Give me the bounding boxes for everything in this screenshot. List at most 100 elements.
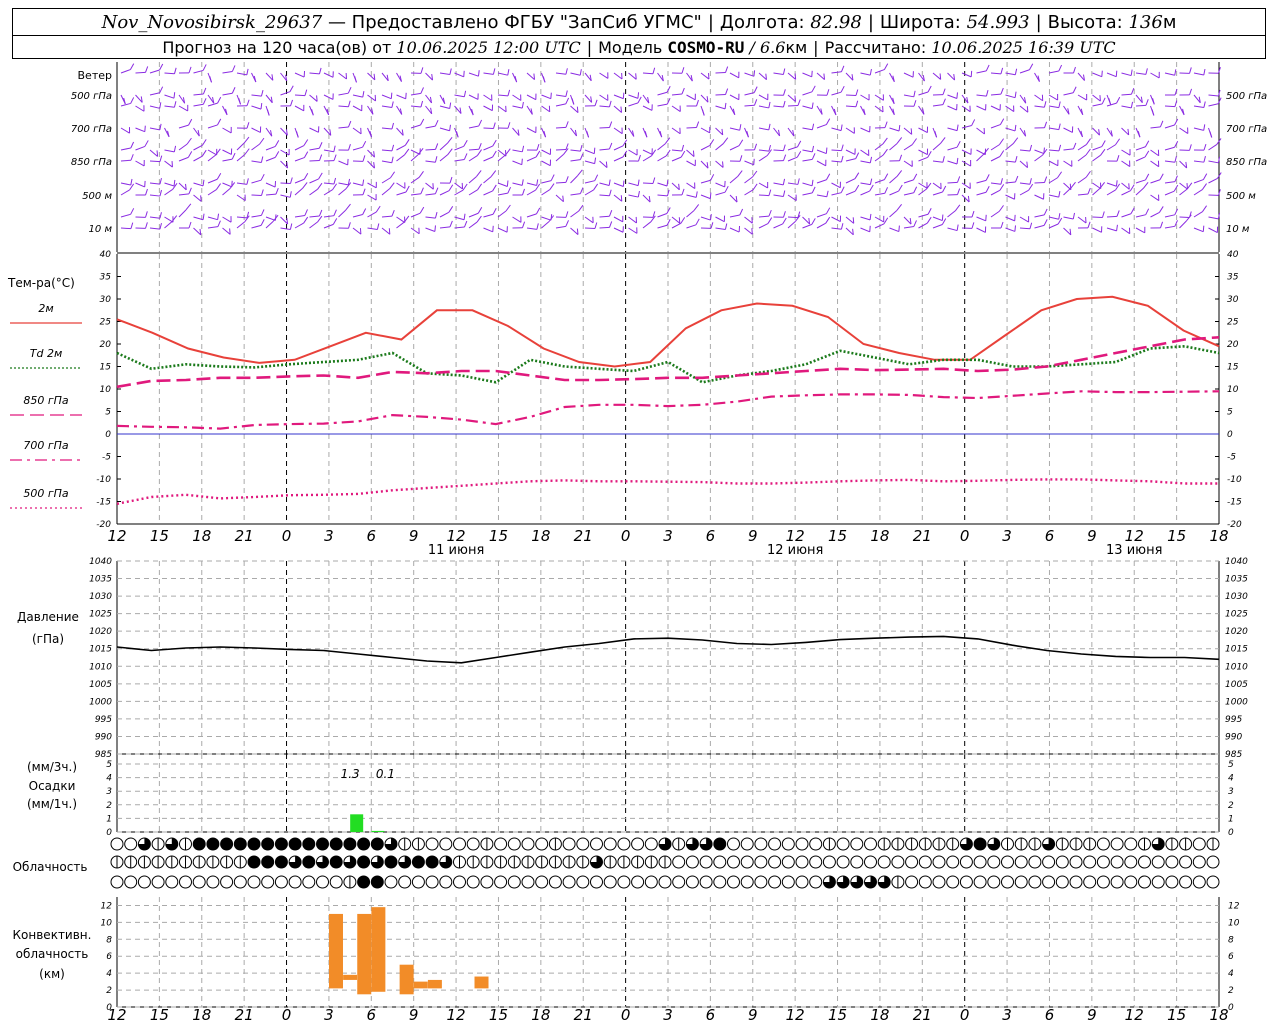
wind-barb-staff — [584, 180, 595, 184]
wind-barb-flag — [956, 157, 959, 165]
wind-barb — [251, 173, 265, 184]
wind-barb-staff — [497, 192, 508, 196]
wind-barb — [1135, 226, 1146, 234]
wind-barb-flag — [941, 214, 944, 221]
wind-barb — [178, 203, 192, 218]
wind-barb-flag — [811, 123, 815, 130]
cloud-symbol — [370, 875, 384, 889]
wind-barb-flag — [231, 65, 236, 72]
wind-barb-flag — [492, 139, 497, 147]
wind-barb-staff — [947, 127, 958, 132]
wind-barb-flag — [130, 154, 134, 161]
wind-barb — [120, 154, 134, 162]
wind-barb-flag — [594, 157, 597, 164]
wind-barb-staff — [1048, 160, 1059, 167]
wind-barb-staff — [773, 105, 784, 108]
wind-barb-flag — [1128, 183, 1130, 190]
wind-barb — [338, 120, 352, 129]
wind-barb-flag — [985, 174, 990, 181]
wind-barb — [1193, 183, 1207, 196]
wind-barb-flag — [693, 204, 700, 211]
time-tick-label-bottom: 3 — [1002, 1006, 1012, 1024]
wind-barb — [193, 87, 207, 96]
wind-barb-flag — [202, 98, 207, 105]
time-tick-label: 3 — [1002, 527, 1012, 545]
wind-barb-staff — [758, 182, 768, 189]
wind-barb — [729, 225, 741, 233]
wind-barb-flag — [347, 100, 351, 107]
wind-barb-flag — [159, 189, 163, 197]
wind-barb — [860, 156, 873, 164]
wind-barb-staff — [410, 193, 421, 196]
wind-barb-flag — [594, 99, 598, 106]
wind-barb — [512, 101, 524, 109]
conv-y-tick-right: 2 — [1228, 986, 1234, 996]
cloud-symbol — [1001, 855, 1014, 869]
wind-barb — [1092, 70, 1103, 78]
wind-barb — [744, 127, 749, 138]
wind-barb — [816, 72, 826, 80]
wind-barb-flag — [449, 176, 453, 184]
wind-barb-staff — [874, 154, 884, 162]
wind-barb — [816, 190, 829, 198]
wind-barb-flag — [217, 118, 222, 126]
wind-barb-flag — [186, 137, 192, 145]
wind-barb — [1164, 208, 1179, 218]
wind-barb-flag — [303, 216, 309, 224]
wind-barb — [352, 179, 365, 187]
cloud-symbol — [576, 875, 590, 889]
wind-barb-staff — [207, 124, 218, 129]
wind-barb — [381, 72, 389, 82]
wind-barb — [715, 102, 727, 110]
wind-barb-flag — [159, 102, 162, 109]
wind-barb-flag — [1072, 142, 1077, 150]
wind-barb-staff — [715, 191, 726, 196]
wind-barb-staff — [1208, 94, 1219, 97]
wind-barb — [918, 105, 925, 115]
wind-barb-staff — [1106, 182, 1117, 187]
wind-barb-staff — [758, 127, 769, 131]
wind-barb-staff — [294, 178, 305, 184]
wind-barb-staff — [120, 69, 131, 74]
wind-barb — [599, 189, 612, 197]
wind-barb-staff — [700, 144, 711, 151]
conv-y-tick: 6 — [106, 952, 112, 962]
wind-barb-staff — [570, 159, 581, 162]
wind-barb — [773, 144, 786, 152]
wind-barb — [1077, 216, 1087, 224]
wind-barb — [729, 71, 740, 79]
wind-barb — [149, 149, 159, 157]
wind-barb-flag — [229, 228, 231, 235]
wind-barb-staff — [410, 124, 421, 129]
precip-y-tick-right: 0 — [1228, 828, 1234, 838]
cloud-symbol — [658, 875, 672, 889]
wind-barb — [555, 220, 569, 229]
wind-barb-staff — [889, 127, 900, 132]
wind-barb-flag — [404, 148, 410, 156]
wind-barb-staff — [338, 92, 349, 96]
cloud-symbol — [466, 837, 480, 851]
wind-barb-flag — [794, 95, 797, 102]
wind-barb-staff — [512, 149, 523, 153]
wind-barb — [1135, 94, 1143, 104]
wind-barb — [889, 154, 903, 162]
wind-barb-flag — [507, 186, 512, 194]
wind-barb — [1135, 68, 1148, 75]
wind-barb — [990, 184, 1005, 196]
wind-barb — [135, 105, 145, 112]
wind-barb-staff — [526, 189, 536, 196]
wind-barb-flag — [883, 63, 889, 70]
wind-barb-staff — [555, 148, 567, 151]
wind-barb-flag — [840, 124, 843, 131]
wind-barb — [425, 187, 439, 196]
wind-barb-staff — [671, 105, 681, 112]
wind-barb-flag — [724, 185, 729, 193]
wind-barb — [294, 89, 308, 97]
wind-barb-staff — [1150, 179, 1161, 184]
wind-barb-flag — [666, 207, 671, 214]
wind-barb-staff — [715, 227, 726, 230]
wind-barb — [468, 119, 483, 129]
wind-barb — [410, 227, 420, 235]
wind-barb-flag — [710, 174, 715, 181]
wind-barb — [657, 189, 670, 197]
